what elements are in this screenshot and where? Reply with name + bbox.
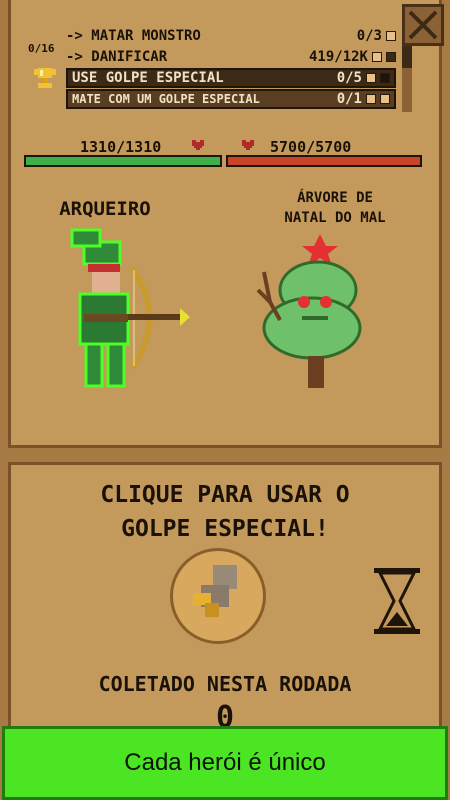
close-icon: [408, 10, 438, 40]
scroll-thumb[interactable]: [402, 46, 412, 68]
reward-icon: [366, 73, 376, 83]
heart-icon: [242, 140, 254, 150]
reward-icon: [372, 52, 382, 62]
quest-label: MATE COM UM GOLPE ESPECIAL: [72, 92, 260, 106]
hourglass-icon: [374, 568, 420, 634]
enemy-name-line: ÁRVORE DE: [297, 190, 373, 206]
heart-icon: [192, 140, 204, 150]
quest-progress: 419/12K: [308, 49, 368, 65]
quest-label: USE GOLPE ESPECIAL: [72, 70, 224, 86]
special-prompt-line: GOLPE ESPECIAL!: [121, 516, 329, 542]
enemy-hp-text: 5700/5700: [270, 138, 352, 156]
special-prompt[interactable]: CLIQUE PARA USAR O GOLPE ESPECIAL!: [20, 478, 430, 546]
enemy-hp-fill: [228, 157, 420, 165]
banner-text: Cada herói é único: [124, 749, 326, 776]
quest-count: 0/16: [28, 42, 55, 55]
enemy-hp-bar: [226, 155, 422, 167]
special-attack-button[interactable]: [170, 548, 266, 644]
hero-hp-fill: [26, 157, 220, 165]
quest-row[interactable]: -> DANIFICAR 419/12K: [66, 47, 396, 67]
hero-name: ARQUEIRO: [59, 198, 151, 220]
quest-label: -> MATAR MONSTRO: [66, 28, 201, 44]
archer-hero[interactable]: [62, 228, 192, 393]
promo-banner: Cada herói é único: [2, 726, 448, 800]
reward-icon: [380, 94, 390, 104]
quest-row[interactable]: MATE COM UM GOLPE ESPECIAL 0/1: [66, 89, 396, 109]
quest-progress: 0/1: [336, 91, 362, 107]
trophy-icon[interactable]: [32, 66, 58, 92]
hero-hp-bar: [24, 155, 222, 167]
evil-tree-enemy[interactable]: [252, 232, 372, 392]
reward-icon: [386, 31, 396, 41]
special-attack-icon: [193, 565, 237, 617]
quest-progress: 0/5: [336, 70, 362, 86]
special-prompt-line: CLIQUE PARA USAR O: [100, 482, 350, 508]
quest-scrollbar[interactable]: [402, 46, 412, 112]
collected-label: COLETADO NESTA RODADA: [98, 672, 352, 696]
reward-icon: [386, 52, 396, 62]
quest-row[interactable]: USE GOLPE ESPECIAL 0/5: [66, 68, 396, 88]
quest-label: -> DANIFICAR: [66, 49, 168, 65]
enemy-name: ÁRVORE DE NATAL DO MAL: [260, 188, 410, 228]
reward-icon: [380, 73, 390, 83]
quest-row[interactable]: -> MATAR MONSTRO 0/3: [66, 26, 396, 46]
quest-progress: 0/3: [356, 28, 382, 44]
enemy-name-line: NATAL DO MAL: [284, 210, 386, 226]
hero-hp-text: 1310/1310: [80, 138, 162, 156]
close-button[interactable]: [402, 4, 444, 46]
reward-icon: [366, 94, 376, 104]
